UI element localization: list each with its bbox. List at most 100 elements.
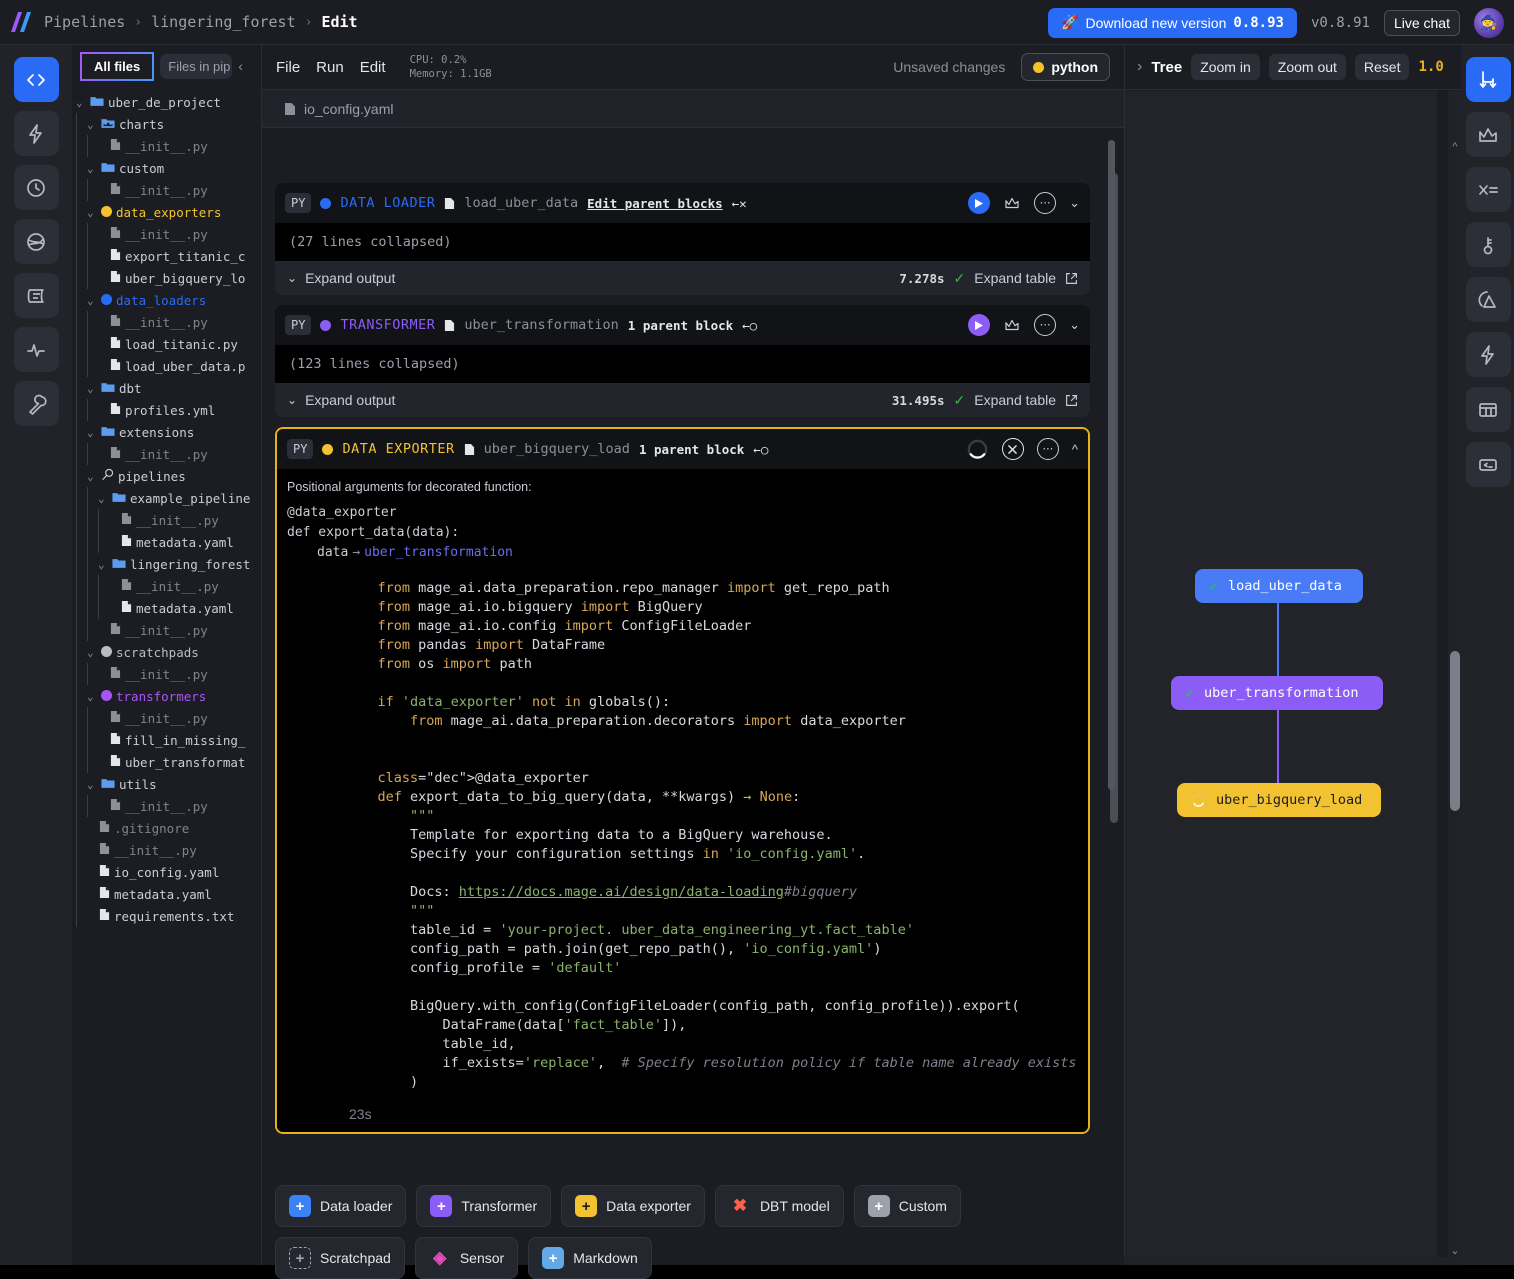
file-tree-item[interactable]: fill_in_missing_	[76, 729, 261, 751]
chart-icon[interactable]	[1003, 316, 1021, 334]
tree-scrollbar-thumb[interactable]	[1450, 651, 1460, 811]
breadcrumb-edit[interactable]: Edit	[321, 13, 357, 31]
collapsed-lines-label[interactable]: (27 lines collapsed)	[275, 223, 1090, 261]
file-tree-item[interactable]: __init__.py	[76, 619, 261, 641]
file-tree-item[interactable]: __init__.py	[76, 135, 261, 157]
tree-node[interactable]: ✓ uber_transformation	[1171, 676, 1383, 710]
run-block-button[interactable]	[968, 192, 991, 214]
code-content[interactable]: from mage_ai.data_preparation.repo_manag…	[277, 575, 1088, 1098]
sidebar-item-settings[interactable]	[13, 381, 59, 426]
block-name[interactable]: uber_bigquery_load	[484, 441, 630, 457]
chevron-down-icon[interactable]: ⌄	[87, 382, 100, 395]
sidebar-item-runs[interactable]	[13, 165, 59, 210]
file-tree-item[interactable]: ⌄ scratchpads	[76, 641, 261, 663]
file-tree-item[interactable]: io_config.yaml	[76, 861, 261, 883]
chevron-down-icon[interactable]: ⌄	[87, 206, 100, 219]
panel-item-charts[interactable]	[1465, 112, 1511, 157]
more-options-button[interactable]: ⋯	[1034, 192, 1057, 214]
block-parent-label[interactable]: Edit parent blocks	[587, 196, 722, 211]
chevron-down-icon[interactable]: ⌄	[1069, 195, 1080, 211]
blocks-inner-scrollbar-thumb[interactable]	[1108, 140, 1115, 790]
collapsed-lines-label[interactable]: (123 lines collapsed)	[275, 345, 1090, 383]
file-tree-item[interactable]: uber_bigquery_lo	[76, 267, 261, 289]
menu-edit[interactable]: Edit	[360, 59, 386, 76]
more-options-button[interactable]: ⋯	[1036, 438, 1059, 460]
file-tree-item[interactable]: load_uber_data.p	[76, 355, 261, 377]
file-tree-item[interactable]: ⌄ dbt	[76, 377, 261, 399]
panel-item-overview[interactable]	[1465, 277, 1511, 322]
file-tree-item[interactable]: ⌄ pipelines	[76, 465, 261, 487]
panel-item-secrets[interactable]	[1465, 222, 1511, 267]
expand-output-button[interactable]: Expand output	[305, 392, 395, 408]
file-tree-item[interactable]: ⌄ extensions	[76, 421, 261, 443]
file-tree-item[interactable]: __init__.py	[76, 663, 261, 685]
live-chat-button[interactable]: Live chat	[1383, 9, 1460, 36]
code-editor[interactable]: from mage_ai.data_preparation.repo_manag…	[277, 571, 1088, 1099]
reset-zoom-button[interactable]: Reset	[1354, 54, 1410, 80]
chevron-down-icon[interactable]: ⌄	[98, 558, 111, 571]
scroll-up-icon[interactable]: ^	[1449, 141, 1461, 153]
file-tree-item[interactable]: __init__.py	[76, 707, 261, 729]
file-tree-item[interactable]: load_titanic.py	[76, 333, 261, 355]
file-tree-item[interactable]: profiles.yml	[76, 399, 261, 421]
zoom-out-button[interactable]: Zoom out	[1268, 54, 1346, 80]
panel-item-variables[interactable]	[1465, 167, 1511, 212]
run-block-button[interactable]	[968, 314, 991, 336]
file-tree-item[interactable]: ⌄ uber_de_project	[76, 91, 261, 113]
expand-output-button[interactable]: Expand output	[305, 270, 395, 286]
block-parent-label[interactable]: 1 parent block	[628, 318, 733, 333]
chevron-down-icon[interactable]: ⌄	[87, 690, 100, 703]
breadcrumb-pipeline-name[interactable]: lingering_forest	[151, 13, 296, 31]
file-tree-item[interactable]: __init__.py	[76, 223, 261, 245]
block-parent-label[interactable]: 1 parent block	[639, 442, 744, 457]
tree-horizontal-scrollbar[interactable]	[1124, 1257, 1462, 1265]
file-tree-item[interactable]: __init__.py	[76, 179, 261, 201]
panel-item-table[interactable]	[1465, 387, 1511, 432]
file-tree-item[interactable]: __init__.py	[76, 795, 261, 817]
more-options-button[interactable]: ⋯	[1034, 314, 1057, 336]
download-new-version-button[interactable]: 🚀 Download new version 0.8.93	[1048, 7, 1297, 38]
chart-icon[interactable]	[1003, 194, 1021, 212]
open-file-tab[interactable]: io_config.yaml	[262, 90, 1124, 128]
file-tree-item[interactable]: __init__.py	[76, 443, 261, 465]
scroll-down-icon[interactable]: ⌄	[1449, 1244, 1461, 1257]
open-external-icon[interactable]	[1065, 394, 1078, 407]
tab-all-files[interactable]: All files	[80, 51, 155, 81]
file-tree-item[interactable]: ⌄ charts	[76, 113, 261, 135]
chevron-down-icon[interactable]: ⌄	[1069, 317, 1080, 333]
tab-files-in-pipeline[interactable]: Files in pip	[160, 53, 233, 79]
chevron-down-icon[interactable]: ⌄	[87, 646, 100, 659]
add-data-exporter-button[interactable]: + Data exporter	[561, 1185, 705, 1227]
file-tree-item[interactable]: uber_transformat	[76, 751, 261, 773]
file-tree-item[interactable]: ⌄ lingering_forest	[76, 553, 261, 575]
chevron-up-icon[interactable]: ^	[1072, 442, 1078, 457]
file-tree-item[interactable]: .gitignore	[76, 817, 261, 839]
breadcrumb-pipelines[interactable]: Pipelines	[44, 13, 125, 31]
block-name[interactable]: uber_transformation	[464, 317, 618, 333]
add-sensor-button[interactable]: ◈ Sensor	[414, 1237, 519, 1279]
tree-canvas[interactable]: ✓ load_uber_data ✓ uber_transformation uber_…	[1125, 91, 1437, 1263]
file-tree-item[interactable]: ⌄ data_loaders	[76, 289, 261, 311]
block-name[interactable]: load_uber_data	[464, 195, 578, 211]
file-tree-item[interactable]: __init__.py	[76, 509, 261, 531]
chevron-down-icon[interactable]: ⌄	[87, 162, 100, 175]
expand-panel-icon[interactable]: ›	[1137, 58, 1142, 76]
kernel-selector[interactable]: python	[1021, 53, 1110, 81]
file-tree-item[interactable]: export_titanic_c	[76, 245, 261, 267]
file-tree-item[interactable]: __init__.py	[76, 575, 261, 597]
panel-item-power[interactable]	[1465, 332, 1511, 377]
add-dbt-model-button[interactable]: ✖ DBT model	[714, 1185, 844, 1227]
sidebar-item-monitor[interactable]	[13, 327, 59, 372]
add-transformer-button[interactable]: + Transformer	[416, 1185, 552, 1227]
mage-logo[interactable]	[0, 10, 44, 34]
file-tree-item[interactable]: __init__.py	[76, 311, 261, 333]
chevron-down-icon[interactable]: ⌄	[87, 470, 100, 483]
sidebar-item-logs[interactable]	[13, 273, 59, 318]
file-tree-item[interactable]: requirements.txt	[76, 905, 261, 927]
file-tree-item[interactable]: metadata.yaml	[76, 597, 261, 619]
panel-item-terminal[interactable]	[1465, 442, 1511, 487]
tree-node[interactable]: uber_bigquery_load	[1177, 783, 1381, 817]
open-external-icon[interactable]	[1065, 272, 1078, 285]
avatar[interactable]: 🧙	[1474, 7, 1504, 38]
file-tree-item[interactable]: ⌄ example_pipeline	[76, 487, 261, 509]
